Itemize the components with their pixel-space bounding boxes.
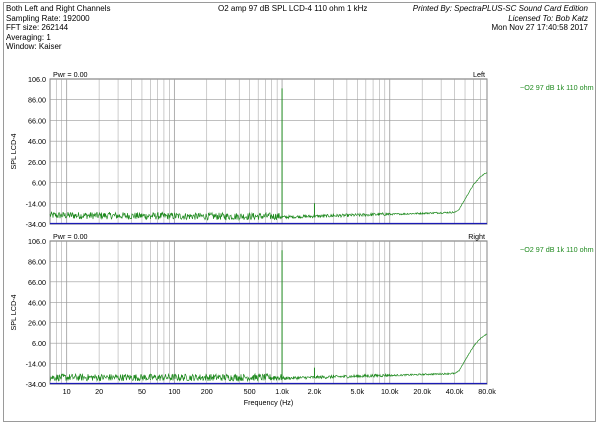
panel-2-xtick-label: 100 — [168, 387, 180, 396]
panel-1-channel-label: Left — [473, 70, 485, 79]
panel-2-channel-label: Right — [468, 232, 485, 241]
panel-1-ytick-label: 6.00 — [32, 179, 46, 188]
panel-2-xtick-label: 1.0k — [275, 387, 289, 396]
panel-2-ytick-label: -14.00 — [26, 360, 46, 369]
panel-2-legend: ~O2 97 dB 1k 110 ohm — [520, 245, 594, 254]
panel-2-xtick-label: 10.0k — [381, 387, 399, 396]
panel-1-legend: ~O2 97 dB 1k 110 ohm — [520, 83, 594, 92]
panel-1-pwr-label: Pwr = 0.00 — [53, 70, 88, 79]
panel-2-ytick-label: 46.00 — [28, 298, 46, 307]
panel-1-ytick-label: -34.00 — [26, 220, 46, 229]
panel-1-ytick-label: -14.00 — [26, 199, 46, 208]
panel-2-ytick-label: 26.00 — [28, 319, 46, 328]
panel-2-xlabel: Frequency (Hz) — [244, 398, 294, 407]
panel-2-xtick-label: 80.0k — [478, 387, 496, 396]
panel-2-ylabel: SPL LCD-4 — [9, 294, 18, 330]
panel-2-xtick-label: 2.0k — [308, 387, 322, 396]
panel-1-ylabel: SPL LCD-4 — [9, 133, 18, 169]
panel-2-xtick-label: 10 — [63, 387, 71, 396]
panel-2-xtick-label: 20.0k — [413, 387, 431, 396]
panel-1-ytick-label: 26.00 — [28, 158, 46, 167]
panel-1-plot-area — [49, 78, 488, 225]
panel-1-ytick-label: 46.00 — [28, 137, 46, 146]
panel-2-xtick-label: 500 — [244, 387, 256, 396]
panel-2-ytick-label: -34.00 — [26, 380, 46, 389]
panel-2-xtick-label: 40.0k — [446, 387, 464, 396]
panel-1-ytick-label: 106.0 — [28, 75, 46, 84]
panel-2-xtick-label: 50 — [138, 387, 146, 396]
panel-2-ytick-label: 66.00 — [28, 278, 46, 287]
panel-2-xtick-label: 20 — [95, 387, 103, 396]
panel-2-xtick-label: 5.0k — [351, 387, 365, 396]
panel-2-ytick-label: 6.00 — [32, 339, 46, 348]
panel-2-ytick-label: 106.0 — [28, 237, 46, 246]
panel-2-xtick-label: 200 — [201, 387, 213, 396]
panel-2-ytick-label: 86.00 — [28, 257, 46, 266]
panel-2-plot-area — [49, 240, 488, 385]
spectrum-charts: 106.0 86.00 66.00 46.00 26.00 6.00 -14.00 -34.0… — [9, 70, 594, 407]
panel-2-pwr-label: Pwr = 0.00 — [53, 232, 88, 241]
panel-1-ytick-label: 66.00 — [28, 116, 46, 125]
panel-1-ytick-label: 86.00 — [28, 96, 46, 105]
